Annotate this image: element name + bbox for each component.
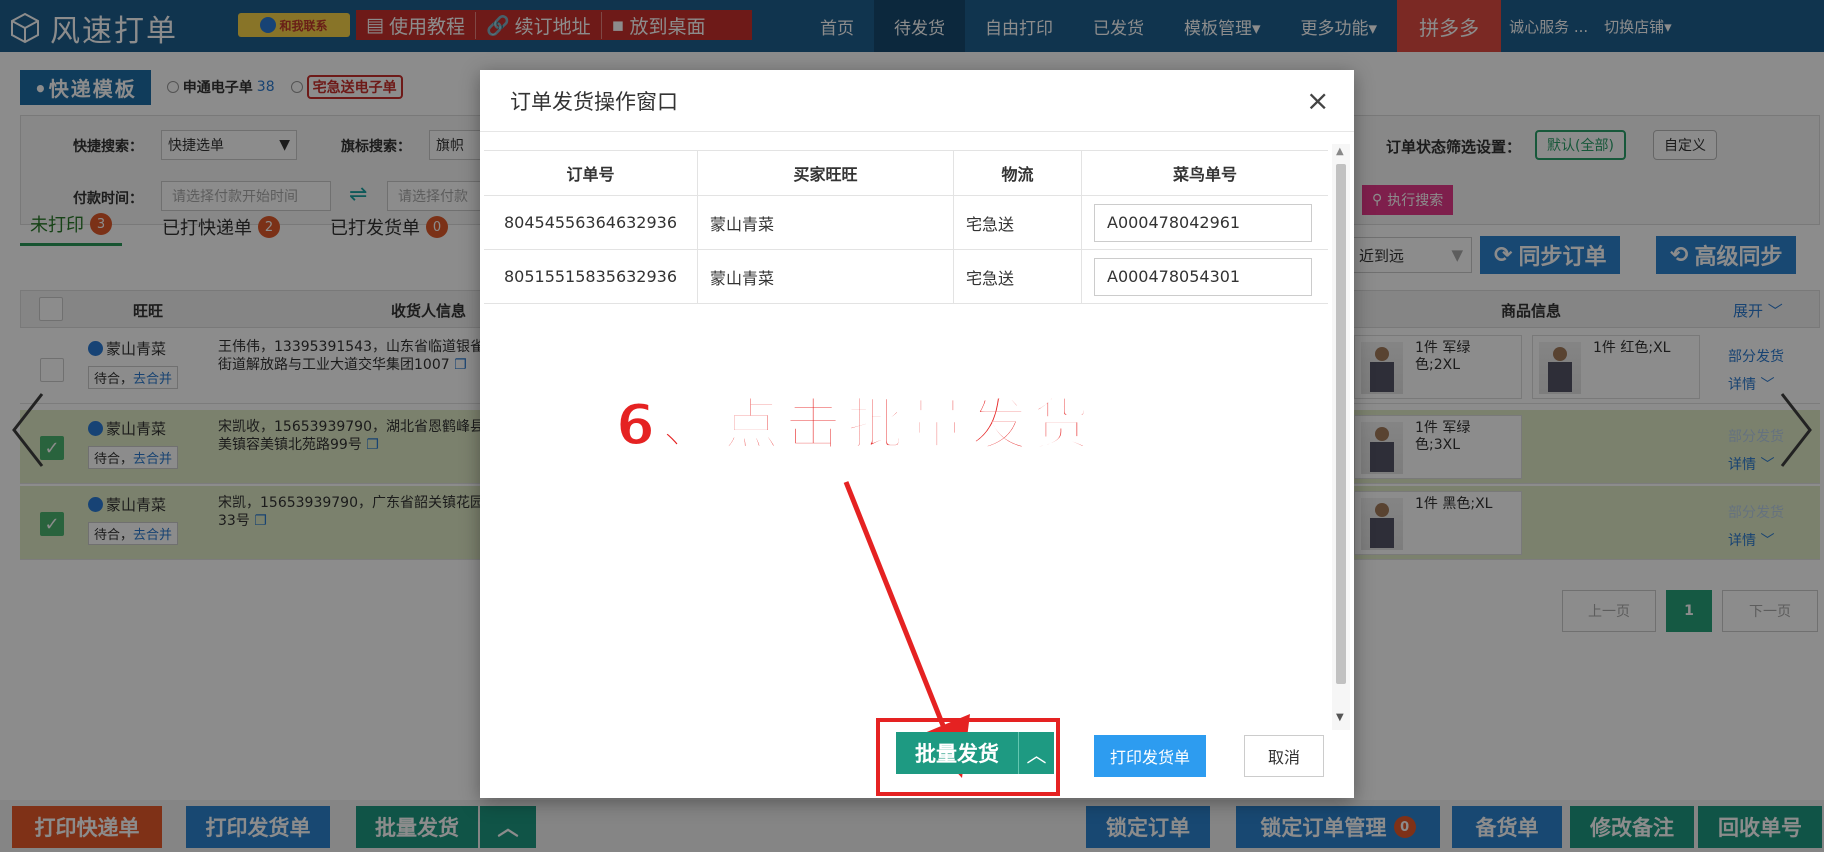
tracking-number-input[interactable]: A000478042961 [1094, 203, 1312, 242]
scroll-down-icon[interactable]: ▼ [1336, 712, 1344, 723]
col-buyer: 买家旺旺 [698, 151, 954, 195]
batch-ship-button[interactable]: 批量发货 [896, 732, 1018, 774]
table-row: 80515515835632936 蒙山青菜 宅急送 A000478054301 [484, 250, 1328, 304]
batch-ship-dropdown-button[interactable]: ︿ [1018, 732, 1054, 774]
tracking-number-input[interactable]: A000478054301 [1094, 257, 1312, 296]
tracking-cell: A000478054301 [1082, 250, 1328, 303]
batch-ship-highlight: 批量发货 ︿ [876, 718, 1060, 796]
col-logistics: 物流 [954, 151, 1082, 195]
logistics-name: 宅急送 [954, 196, 1082, 249]
tutorial-annotation: 6、点击批量发货 [615, 392, 1095, 459]
buyer-name: 蒙山青菜 [698, 196, 954, 249]
dialog-header: 订单发货操作窗口 × [480, 70, 1354, 132]
tracking-cell: A000478042961 [1082, 196, 1328, 249]
scroll-thumb[interactable] [1336, 164, 1346, 684]
col-order-no: 订单号 [484, 151, 698, 195]
dialog-title: 订单发货操作窗口 [510, 90, 678, 114]
buyer-name: 蒙山青菜 [698, 250, 954, 303]
logistics-name: 宅急送 [954, 250, 1082, 303]
order-number: 80454556364632936 [484, 196, 698, 249]
prev-slide-icon[interactable] [8, 390, 48, 470]
cancel-button[interactable]: 取消 [1244, 735, 1324, 777]
print-invoice-dialog-button[interactable]: 打印发货单 [1094, 735, 1206, 777]
chevron-up-icon: ︿ [1026, 742, 1047, 767]
next-slide-icon[interactable] [1776, 390, 1816, 470]
dialog-scrollbar[interactable]: ▲ ▼ [1332, 144, 1350, 730]
table-row: 80454556364632936 蒙山青菜 宅急送 A000478042961 [484, 196, 1328, 250]
ship-order-dialog: 订单发货操作窗口 × 订单号 买家旺旺 物流 菜鸟单号 804545563646… [480, 70, 1354, 798]
scroll-up-icon[interactable]: ▲ [1336, 146, 1344, 157]
table-header-row: 订单号 买家旺旺 物流 菜鸟单号 [484, 150, 1328, 196]
order-number: 80515515835632936 [484, 250, 698, 303]
col-tracking: 菜鸟单号 [1172, 165, 1237, 184]
close-icon[interactable]: × [1306, 84, 1329, 117]
